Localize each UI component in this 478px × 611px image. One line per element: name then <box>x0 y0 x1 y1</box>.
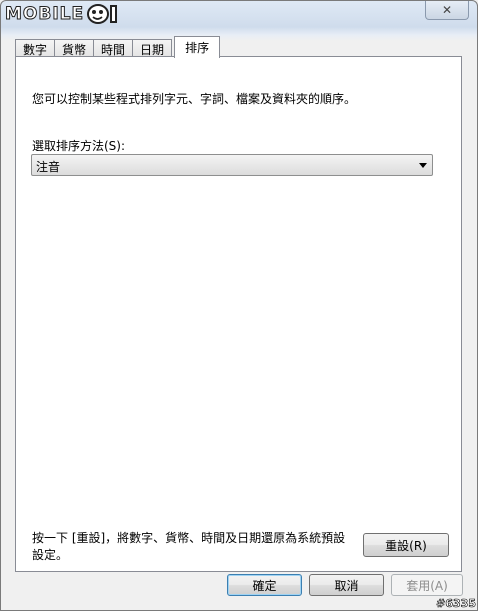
sorting-description: 您可以控制某些程式排列字元、字詞、檔案及資料夾的順序。 <box>32 92 357 106</box>
sort-method-value: 注音 <box>36 160 61 174</box>
sort-method-label: 選取排序方法(S): <box>32 139 126 153</box>
title-bar: MOBILE ✕ <box>1 1 477 29</box>
logo-text: MOBILE <box>4 4 85 25</box>
chevron-down-icon <box>419 163 427 168</box>
sort-method-select[interactable]: 注音 <box>31 154 433 176</box>
tab-label: 日期 <box>140 42 165 57</box>
logo-01-icon <box>87 4 118 24</box>
reset-button[interactable]: 重設(R) <box>363 533 449 557</box>
tab-sorting[interactable]: 排序 <box>174 36 221 58</box>
tab-strip: 數字 貨幣 時間 日期 排序 <box>15 36 221 58</box>
close-icon: ✕ <box>441 3 453 17</box>
watermark: #6335 <box>436 597 476 611</box>
mobile01-logo: MOBILE <box>4 3 122 25</box>
dialog-window: MOBILE ✕ 數字 貨幣 時間 日期 排序 您可以控制某些程式排列字元、字詞… <box>0 0 478 611</box>
tab-label: 排序 <box>185 41 210 55</box>
tab-label: 時間 <box>101 42 126 57</box>
tab-label: 貨幣 <box>62 42 87 57</box>
tab-label: 數字 <box>23 42 48 57</box>
sorting-panel: 您可以控制某些程式排列字元、字詞、檔案及資料夾的順序。 選取排序方法(S): 注… <box>15 56 462 572</box>
cancel-button[interactable]: 取消 <box>309 574 384 596</box>
apply-button: 套用(A) <box>391 574 463 596</box>
close-button[interactable]: ✕ <box>425 1 469 20</box>
ok-button[interactable]: 確定 <box>227 574 302 596</box>
reset-description: 按一下 [重設]，將數字、貨幣、時間及日期還原為系統預設設定。 <box>32 531 346 562</box>
